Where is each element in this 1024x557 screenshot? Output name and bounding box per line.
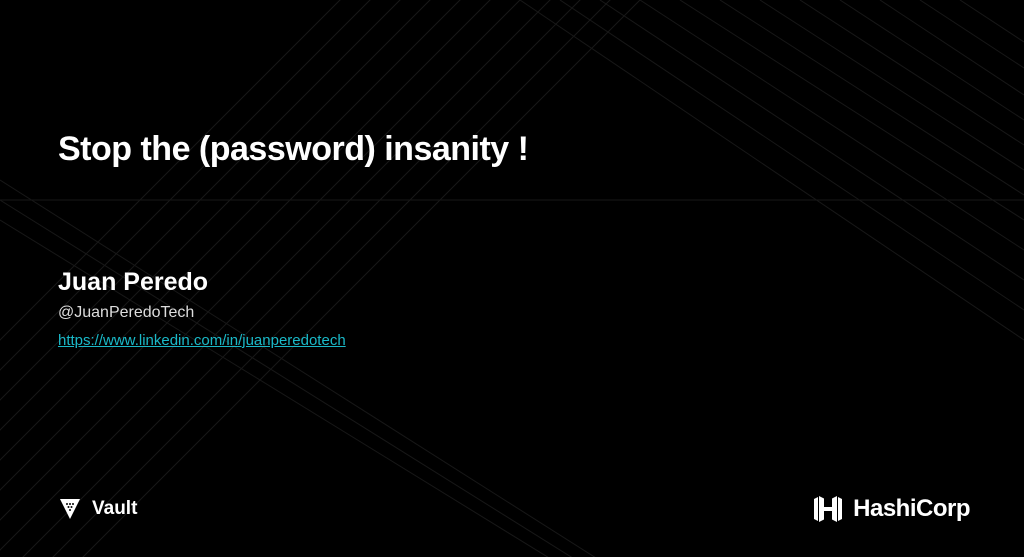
author-handle: @JuanPeredoTech: [58, 304, 194, 322]
author-name: Juan Peredo: [58, 268, 208, 297]
slide-title: Stop the (password) insanity !: [58, 130, 528, 169]
linkedin-link[interactable]: https://www.linkedin.com/in/juanperedote…: [58, 332, 346, 349]
hashicorp-label: HashiCorp: [853, 495, 970, 523]
vault-icon: [58, 497, 82, 521]
vault-logo: Vault: [58, 497, 137, 521]
vault-label: Vault: [92, 498, 137, 520]
hashicorp-icon: [813, 493, 843, 525]
hashicorp-logo: HashiCorp: [813, 493, 970, 525]
